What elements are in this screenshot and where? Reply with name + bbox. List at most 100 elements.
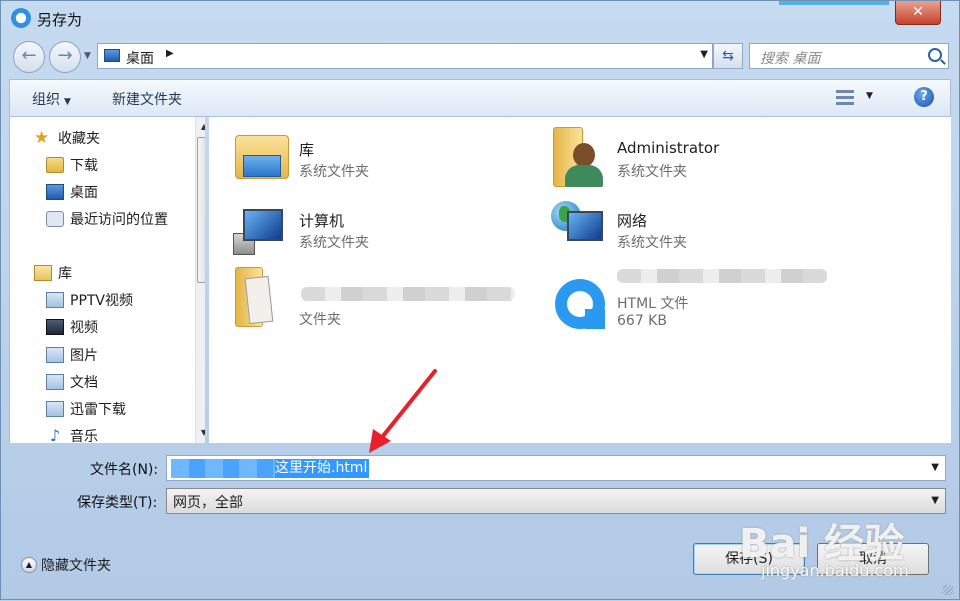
search-icon[interactable] — [928, 48, 942, 62]
address-dropdown-icon[interactable]: ▼ — [700, 49, 708, 60]
sidebar-item-libraries[interactable]: 库 — [34, 262, 72, 284]
list-item[interactable]: 计算机 系统文件夹 — [217, 206, 517, 266]
file-type: HTML 文件 — [617, 296, 689, 312]
filetype-label: 保存类型(T): — [77, 495, 158, 511]
help-icon[interactable]: ? — [914, 87, 934, 107]
pictures-icon — [46, 347, 64, 363]
file-type: 系统文件夹 — [299, 235, 369, 251]
sidebar-item-label: 图片 — [70, 348, 98, 364]
view-options-icon[interactable] — [836, 89, 854, 107]
list-item[interactable]: Administrator 系统文件夹 — [535, 135, 835, 195]
sidebar-item-music[interactable]: ♪ 音乐 — [46, 425, 98, 444]
back-button[interactable]: ← — [13, 41, 45, 73]
sidebar-item-label: 文档 — [70, 375, 98, 391]
filename-value: 这里开始.html — [275, 460, 368, 476]
filetype-dropdown-icon[interactable]: ▼ — [931, 495, 939, 506]
library-icon — [34, 265, 52, 281]
forward-arrow-icon: → — [57, 45, 73, 66]
download-folder-icon — [46, 157, 64, 173]
sidebar-item-xunlei[interactable]: 迅雷下载 — [46, 398, 126, 420]
sidebar-item-label: 音乐 — [70, 429, 98, 443]
video-icon — [46, 319, 64, 335]
view-dropdown-icon[interactable]: ▼ — [866, 91, 873, 101]
sidebar-item-label: 桌面 — [70, 185, 98, 201]
back-arrow-icon: ← — [21, 45, 37, 66]
list-item[interactable]: 文件夹 — [217, 283, 517, 343]
file-name: Administrator — [617, 139, 720, 157]
address-bar[interactable]: 桌面 ▶ ▼ — [97, 43, 713, 69]
sidebar-item-favorites[interactable]: ★ 收藏夹 — [34, 127, 100, 149]
caret-down-icon: ▼ — [64, 97, 71, 107]
redacted-text — [171, 459, 275, 478]
sidebar-item-label: 最近访问的位置 — [70, 212, 168, 228]
breadcrumb-chevron-icon[interactable]: ▶ — [166, 48, 174, 59]
sidebar-item-pptv[interactable]: PPTV视频 — [46, 289, 133, 311]
file-type: 系统文件夹 — [617, 164, 687, 180]
sidebar-item-label: PPTV视频 — [70, 293, 134, 309]
filename-dropdown-icon[interactable]: ▼ — [931, 462, 939, 473]
recent-pages-dropdown-icon[interactable]: ▼ — [84, 51, 91, 61]
navigation-pane: ★ 收藏夹 下载 桌面 最近访问的位置 库 PPTV视频 视频 图片 文档 迅雷下… — [9, 117, 205, 443]
documents-icon — [46, 374, 64, 390]
save-as-dialog: 另存为 ✕ ← → ▼ 桌面 ▶ ▼ ⇆ 搜索 桌面 组织 ▼ 新建文件夹 ▼ ?… — [0, 0, 960, 600]
sidebar-item-label: 视频 — [70, 320, 98, 336]
file-name: 网络 — [617, 212, 648, 230]
scroll-down-icon[interactable]: ▼ — [196, 425, 205, 441]
organize-label: 组织 — [32, 92, 60, 108]
list-item[interactable]: 库 系统文件夹 — [217, 135, 517, 195]
sidebar-item-videos[interactable]: 视频 — [46, 316, 98, 338]
sidebar-item-downloads[interactable]: 下载 — [46, 154, 98, 176]
recent-places-icon — [46, 211, 64, 227]
file-type: 系统文件夹 — [617, 235, 687, 251]
hide-folders-label: 隐藏文件夹 — [41, 558, 111, 574]
refresh-button[interactable]: ⇆ — [713, 43, 743, 69]
redacted-name — [301, 287, 515, 301]
sidebar-item-documents[interactable]: 文档 — [46, 371, 98, 393]
list-item[interactable]: HTML 文件 667 KB — [535, 267, 835, 329]
library-folder-icon — [46, 292, 64, 308]
file-type: 系统文件夹 — [299, 164, 369, 180]
breadcrumb-current[interactable]: 桌面 — [126, 48, 154, 68]
filename-label: 文件名(N): — [90, 462, 159, 478]
scroll-up-icon[interactable]: ▲ — [196, 119, 205, 135]
title-bar: 另存为 ✕ — [1, 1, 959, 37]
sidebar-item-pictures[interactable]: 图片 — [46, 344, 98, 366]
file-name: 计算机 — [299, 212, 345, 230]
search-box[interactable]: 搜索 桌面 — [749, 43, 949, 69]
music-icon: ♪ — [49, 426, 61, 444]
library-folder-icon — [46, 401, 64, 417]
search-placeholder: 搜索 桌面 — [760, 51, 821, 67]
file-list: 库 系统文件夹 Administrator 系统文件夹 计算机 系统文件夹 网络… — [209, 117, 951, 443]
navigation-scrollbar[interactable]: ▲ ▼ — [195, 117, 205, 443]
filetype-value: 网页，全部 — [173, 495, 243, 511]
organize-menu[interactable]: 组织 ▼ — [32, 89, 71, 109]
list-item[interactable]: 网络 系统文件夹 — [535, 206, 835, 266]
desktop-icon — [104, 49, 120, 62]
filename-selection[interactable]: 这里开始.html — [171, 459, 370, 478]
sidebar-item-label: 收藏夹 — [58, 131, 100, 147]
chevron-up-icon: ▲ — [21, 557, 37, 573]
new-folder-button[interactable]: 新建文件夹 — [112, 89, 182, 109]
sidebar-item-label: 迅雷下载 — [70, 402, 126, 418]
forward-button[interactable]: → — [49, 41, 81, 73]
file-name: 库 — [299, 141, 315, 159]
filename-field[interactable]: 这里开始.html ▼ — [166, 455, 946, 481]
close-button[interactable]: ✕ — [895, 1, 941, 25]
command-bar: 组织 ▼ 新建文件夹 ▼ ? — [9, 79, 951, 117]
accent-strip — [779, 1, 889, 5]
hide-folders-toggle[interactable]: ▲ 隐藏文件夹 — [21, 555, 111, 575]
scrollbar-thumb[interactable] — [197, 137, 205, 283]
star-icon: ★ — [34, 128, 50, 148]
window-title: 另存为 — [37, 11, 83, 29]
sidebar-item-label: 下载 — [70, 158, 98, 174]
watermark-url: jingyan.baidu.com — [761, 561, 909, 580]
resize-grip[interactable] — [943, 585, 953, 595]
file-type: 文件夹 — [299, 312, 341, 328]
sidebar-item-label: 库 — [58, 266, 72, 282]
redacted-name — [617, 269, 827, 283]
desktop-icon — [46, 184, 64, 200]
sidebar-item-desktop[interactable]: 桌面 — [46, 181, 98, 203]
sidebar-item-recent-places[interactable]: 最近访问的位置 — [46, 208, 168, 230]
refresh-icon: ⇆ — [722, 48, 734, 64]
file-size: 667 KB — [617, 313, 667, 329]
